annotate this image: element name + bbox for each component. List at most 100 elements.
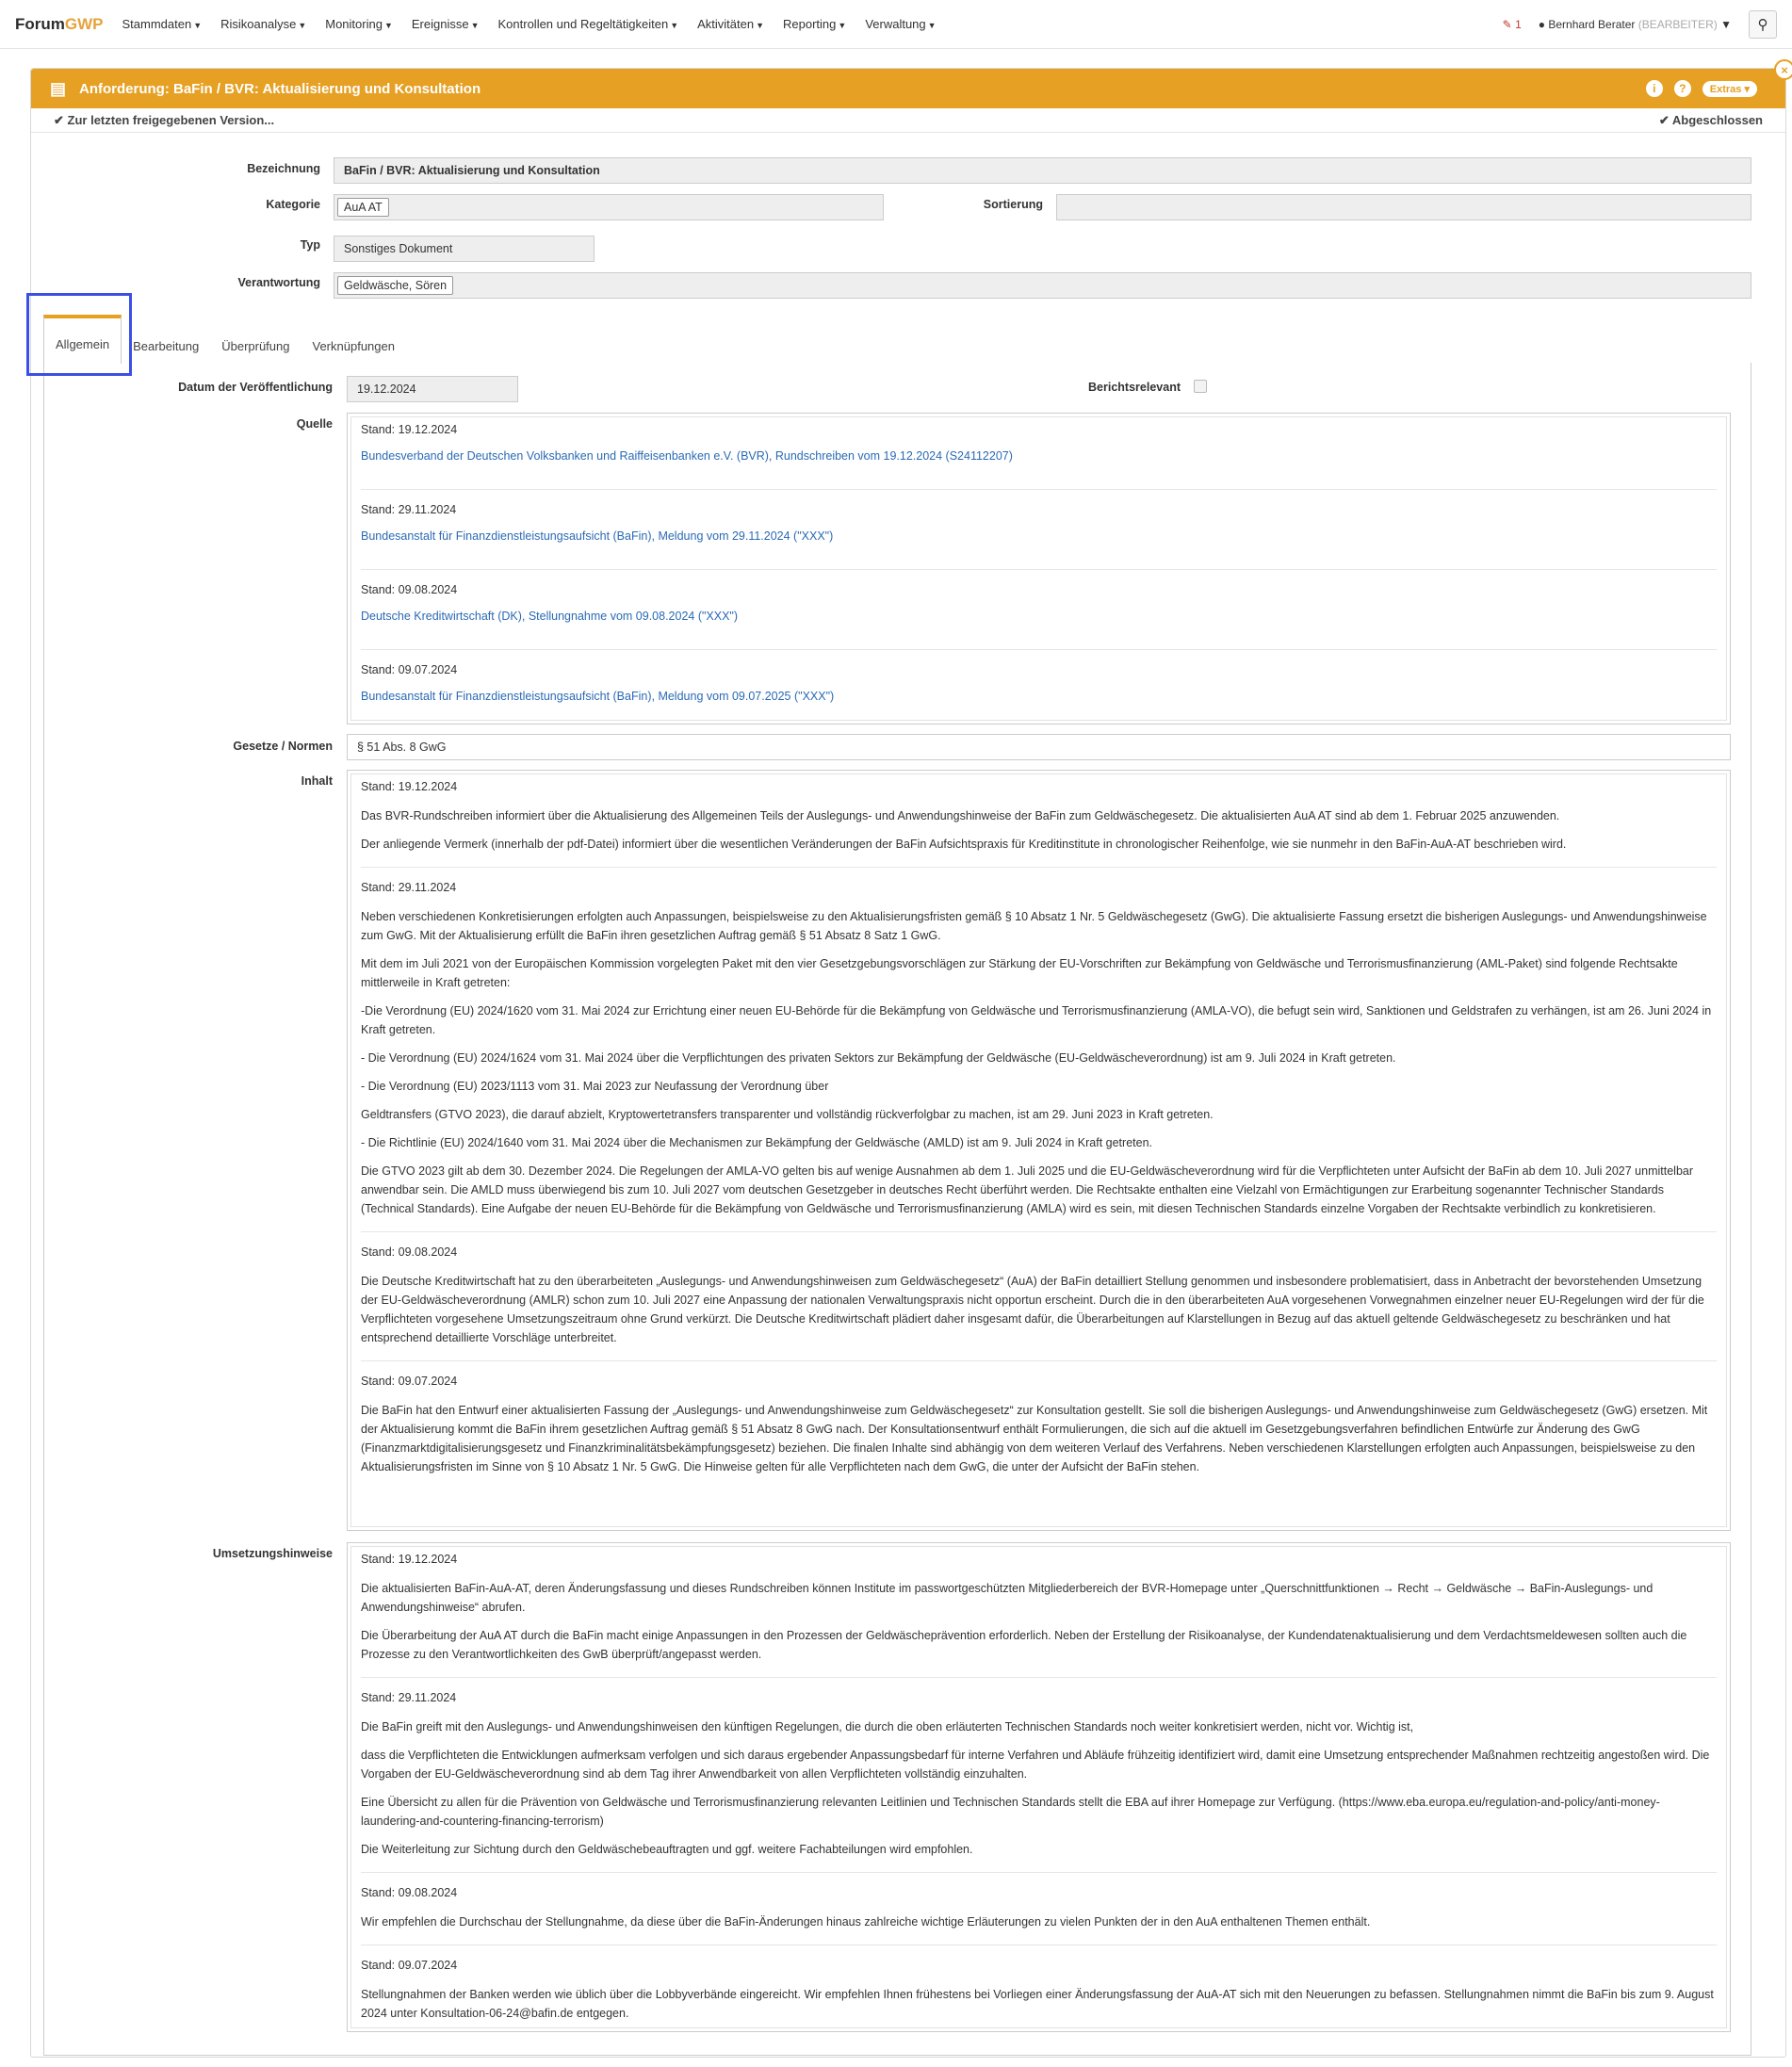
paragraph: - Die Verordnung (EU) 2024/1624 vom 31. … bbox=[361, 1051, 1396, 1065]
berichtsrelevant-label: Berichtsrelevant bbox=[1088, 381, 1181, 394]
paragraph: Neben verschiedenen Konkretisierungen er… bbox=[361, 910, 1707, 942]
stand-date: Stand: 19.12.2024 bbox=[361, 1553, 458, 1566]
quelle-box: Stand: 19.12.2024 Bundesverband der Deuts… bbox=[347, 413, 1731, 724]
paragraph: Das BVR-Rundschreiben informiert über di… bbox=[361, 809, 1560, 822]
inhalt-list: Stand: 19.12.2024 Das BVR-Rundschreiben i… bbox=[350, 773, 1727, 1527]
tab-bearbeitung[interactable]: Bearbeitung bbox=[122, 328, 210, 364]
paragraph: - Die Richtlinie (EU) 2024/1640 vom 31. … bbox=[361, 1136, 1152, 1149]
quelle-entry: Stand: 09.07.2024 Bundesanstalt für Finan… bbox=[361, 663, 1717, 720]
user-menu[interactable]: ● Bernhard Berater (BEARBEITER) ▼ bbox=[1539, 18, 1732, 31]
stand-date: Stand: 29.11.2024 bbox=[361, 503, 457, 516]
bezeichnung-label: Bezeichnung bbox=[247, 162, 320, 175]
top-navbar: ForumGWP Stammdaten ▼ Risikoanalyse ▼ Moni… bbox=[0, 0, 1792, 49]
close-icon[interactable]: × bbox=[1774, 59, 1792, 80]
stand-date: Stand: 19.12.2024 bbox=[361, 423, 458, 436]
help-icon[interactable]: ? bbox=[1673, 80, 1691, 97]
info-icon[interactable]: i bbox=[1645, 80, 1663, 97]
datum-field[interactable]: 19.12.2024 bbox=[347, 376, 518, 402]
check-circle-icon: ✔ bbox=[54, 112, 64, 127]
paragraph: Wir empfehlen die Durchschau der Stellun… bbox=[361, 1915, 1371, 1929]
quelle-entry: Stand: 19.12.2024 Bundesverband der Deuts… bbox=[361, 423, 1717, 490]
inhalt-label: Inhalt bbox=[301, 774, 333, 788]
search-icon: ⚲ bbox=[1757, 16, 1768, 33]
tab-ueberpruefung[interactable]: Überprüfung bbox=[210, 328, 301, 364]
search-button[interactable]: ⚲ bbox=[1749, 9, 1777, 39]
paragraph: Stellungnahmen der Banken werden wie übl… bbox=[361, 1988, 1714, 2020]
inhalt-entry: Stand: 09.07.2024 Die BaFin hat den Entwu… bbox=[361, 1375, 1717, 1489]
paragraph: Die Weiterleitung zur Sichtung durch den… bbox=[361, 1843, 973, 1856]
verantwortung-field[interactable]: Geldwäsche, Sören bbox=[334, 272, 1751, 299]
document-icon: ▤ bbox=[50, 78, 67, 98]
stand-date: Stand: 09.07.2024 bbox=[361, 663, 458, 676]
tab-focus-highlight bbox=[26, 293, 132, 376]
inhalt-box: Stand: 19.12.2024 Das BVR-Rundschreiben i… bbox=[347, 770, 1731, 1531]
nav-ereignisse[interactable]: Ereignisse ▼ bbox=[412, 17, 480, 31]
typ-label: Typ bbox=[300, 238, 320, 252]
verantwortung-chip[interactable]: Geldwäsche, Sören bbox=[337, 276, 454, 295]
source-link[interactable]: Bundesanstalt für Finanzdienstleistungsa… bbox=[361, 690, 1717, 703]
paragraph: Die BaFin greift mit den Auslegungs- und… bbox=[361, 1720, 1414, 1733]
bezeichnung-field[interactable]: BaFin / BVR: Aktualisierung und Konsulta… bbox=[334, 157, 1751, 184]
nav-kontrollen[interactable]: Kontrollen und Regeltätigkeiten ▼ bbox=[498, 17, 679, 31]
stand-date: Stand: 09.07.2024 bbox=[361, 1375, 458, 1388]
nav-stammdaten[interactable]: Stammdaten ▼ bbox=[122, 17, 203, 31]
inhalt-entry: Stand: 19.12.2024 Das BVR-Rundschreiben i… bbox=[361, 780, 1717, 868]
tab-verknuepfungen[interactable]: Verknüpfungen bbox=[301, 328, 406, 364]
extras-dropdown[interactable]: Extras ▾ bbox=[1702, 80, 1757, 97]
kategorie-field[interactable]: AuA AT bbox=[334, 194, 884, 220]
stand-date: Stand: 29.11.2024 bbox=[361, 881, 457, 894]
inhalt-entry: Stand: 09.08.2024 Die Deutsche Kreditwirt… bbox=[361, 1245, 1717, 1361]
paragraph: Die BaFin hat den Entwurf einer aktualis… bbox=[361, 1404, 1708, 1473]
datum-label: Datum der Veröffentlichung bbox=[178, 381, 333, 394]
quelle-entry: Stand: 09.08.2024 Deutsche Kreditwirtscha… bbox=[361, 583, 1717, 650]
umsetzung-entry: Stand: 09.08.2024 Wir empfehlen die Durch… bbox=[361, 1886, 1717, 1945]
source-link[interactable]: Deutsche Kreditwirtschaft (DK), Stellung… bbox=[361, 610, 1717, 623]
paragraph: Die Überarbeitung der AuA AT durch die B… bbox=[361, 1629, 1687, 1661]
panel-title: Anforderung: BaFin / BVR: Aktualisierung… bbox=[79, 80, 481, 97]
paragraph: Die GTVO 2023 gilt ab dem 30. Dezember 2… bbox=[361, 1164, 1694, 1215]
umsetzung-list: Stand: 19.12.2024 Die aktualisierten BaFi… bbox=[350, 1546, 1727, 2028]
quelle-list: Stand: 19.12.2024 Bundesverband der Deuts… bbox=[350, 416, 1727, 721]
stand-date: Stand: 09.08.2024 bbox=[361, 583, 458, 596]
back-to-version-link[interactable]: ✔ Zur letzten freigegebenen Version... bbox=[54, 113, 274, 128]
nav-risikoanalyse[interactable]: Risikoanalyse ▼ bbox=[220, 17, 306, 31]
paragraph: dass die Verpflichteten die Entwicklunge… bbox=[361, 1749, 1710, 1781]
source-link[interactable]: Bundesanstalt für Finanzdienstleistungsa… bbox=[361, 529, 1717, 543]
kategorie-label: Kategorie bbox=[266, 198, 320, 211]
quelle-entry: Stand: 29.11.2024 Bundesanstalt für Finan… bbox=[361, 503, 1717, 570]
berichtsrelevant-checkbox[interactable] bbox=[1194, 380, 1207, 393]
version-bar: ✔ Zur letzten freigegebenen Version... ✔… bbox=[31, 108, 1785, 133]
nav-aktivitaeten[interactable]: Aktivitäten ▼ bbox=[697, 17, 764, 31]
paragraph: - Die Verordnung (EU) 2023/1113 vom 31. … bbox=[361, 1080, 829, 1093]
paragraph: Eine Übersicht zu allen für die Präventi… bbox=[361, 1796, 1660, 1828]
umsetzung-label: Umsetzungshinweise bbox=[212, 1547, 333, 1560]
stand-date: Stand: 09.07.2024 bbox=[361, 1959, 458, 1972]
inhalt-entry: Stand: 29.11.2024 Neben verschiedenen Kon… bbox=[361, 881, 1717, 1232]
gesetze-label: Gesetze / Normen bbox=[233, 740, 333, 753]
pending-edits-indicator[interactable]: ✎ 1 bbox=[1503, 18, 1522, 31]
gesetze-field[interactable]: § 51 Abs. 8 GwG bbox=[347, 734, 1731, 760]
stand-date: Stand: 09.08.2024 bbox=[361, 1245, 458, 1259]
umsetzung-entry: Stand: 29.11.2024 Die BaFin greift mit de… bbox=[361, 1691, 1717, 1873]
stand-date: Stand: 19.12.2024 bbox=[361, 780, 458, 793]
paragraph: Die aktualisierten BaFin-AuA-AT, deren Ä… bbox=[361, 1582, 1654, 1614]
verantwortung-label: Verantwortung bbox=[237, 276, 320, 289]
check-circle-icon: ✔ bbox=[1658, 112, 1670, 127]
umsetzung-box: Stand: 19.12.2024 Die aktualisierten BaFi… bbox=[347, 1542, 1731, 2032]
source-link[interactable]: Bundesverband der Deutschen Volksbanken … bbox=[361, 449, 1717, 463]
nav-verwaltung[interactable]: Verwaltung ▼ bbox=[865, 17, 936, 31]
pencil-icon: ✎ bbox=[1502, 17, 1512, 31]
kategorie-chip[interactable]: AuA AT bbox=[337, 198, 389, 217]
nav-reporting[interactable]: Reporting ▼ bbox=[783, 17, 846, 31]
umsetzung-entry: Stand: 09.07.2024 Stellungnahmen der Bank… bbox=[361, 1959, 1717, 2027]
paragraph: Geldtransfers (GTVO 2023), die darauf ab… bbox=[361, 1108, 1214, 1121]
user-icon: ● bbox=[1538, 17, 1545, 31]
stand-date: Stand: 29.11.2024 bbox=[361, 1691, 457, 1704]
typ-field[interactable]: Sonstiges Dokument bbox=[334, 236, 595, 262]
nav-monitoring[interactable]: Monitoring ▼ bbox=[325, 17, 393, 31]
sortierung-field[interactable] bbox=[1056, 194, 1751, 220]
quelle-label: Quelle bbox=[296, 417, 333, 431]
stand-date: Stand: 09.08.2024 bbox=[361, 1886, 458, 1899]
paragraph: Die Deutsche Kreditwirtschaft hat zu den… bbox=[361, 1275, 1704, 1344]
brand-logo[interactable]: ForumGWP bbox=[15, 15, 104, 34]
